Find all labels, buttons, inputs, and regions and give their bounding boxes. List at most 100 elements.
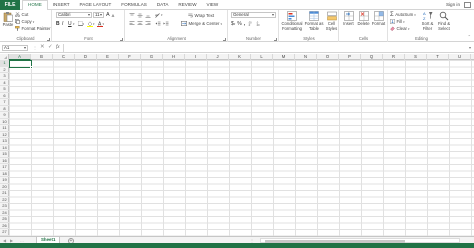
delete-cells-label: Delete xyxy=(357,21,370,26)
row-header[interactable]: 27 xyxy=(0,229,9,236)
paste-label: Paste xyxy=(2,22,14,27)
grow-font-button[interactable]: A xyxy=(106,12,110,18)
ribbon: Paste Cut Copy ▾ Format Painter Clipboar… xyxy=(0,10,474,42)
ribbon-tab-page-layout[interactable]: PAGE LAYOUT xyxy=(75,0,117,10)
ribbon-tab-bar: FILE HOME INSERT PAGE LAYOUT FORMULAS DATA RE… xyxy=(0,0,474,11)
sheet-tab-bar: ◀ ▶ … Sheet1 + ⋮ xyxy=(0,236,474,244)
horizontal-align-row xyxy=(129,20,169,27)
status-bar xyxy=(0,243,474,248)
format-cells-button[interactable]: Format xyxy=(371,11,386,27)
select-all-icon xyxy=(4,56,7,59)
font-size-value: 11 xyxy=(95,12,100,17)
row-headers: 1 2 3 4 5 6 7 8 9 10 11 12 13 14 15 16 17 18 19 20 21 22 23 24 2… xyxy=(0,60,9,236)
merge-center-icon xyxy=(181,21,187,26)
enter-entry-icon[interactable]: ✓ xyxy=(48,44,53,50)
insert-function-button[interactable]: fx xyxy=(56,45,60,50)
copy-label: Copy xyxy=(21,19,32,24)
shrink-font-button[interactable]: A xyxy=(112,13,115,18)
account-icon[interactable] xyxy=(464,2,471,8)
styles-group-label: Styles xyxy=(303,36,315,41)
insert-cells-icon xyxy=(343,11,354,21)
sign-in-link[interactable]: Sign in xyxy=(446,0,460,10)
font-size-dropdown[interactable]: 11 xyxy=(93,12,104,18)
cells-group-label: Cells xyxy=(358,36,369,41)
number-format-dropdown[interactable]: General xyxy=(231,12,276,18)
ribbon-tab-review[interactable]: REVIEW xyxy=(173,0,201,10)
ribbon-tab-insert[interactable]: INSERT xyxy=(48,0,75,10)
align-middle-icon[interactable] xyxy=(137,13,143,18)
conditional-formatting-label: Conditional Formatting xyxy=(281,21,303,31)
alignment-dialog-launcher-icon[interactable] xyxy=(223,38,226,41)
increase-indent-icon[interactable] xyxy=(163,21,169,26)
font-name-dropdown[interactable]: Calibri xyxy=(56,12,92,18)
chevron-down-icon xyxy=(100,14,102,16)
clipboard-dialog-launcher-icon[interactable] xyxy=(47,38,50,41)
format-painter-button[interactable]: Format Painter xyxy=(15,25,51,32)
ribbon-tab-data[interactable]: DATA xyxy=(152,0,174,10)
number-dialog-launcher-icon[interactable] xyxy=(274,38,277,41)
conditional-formatting-button[interactable]: Conditional Formatting xyxy=(281,11,303,32)
align-bottom-icon[interactable] xyxy=(145,13,151,18)
increase-decimal-icon[interactable]: .00.0 xyxy=(248,21,255,26)
cell-area[interactable] xyxy=(9,60,474,236)
decrease-indent-icon[interactable] xyxy=(155,21,161,26)
percent-button[interactable]: % xyxy=(237,21,241,27)
delete-cells-button[interactable]: Delete xyxy=(356,11,371,27)
align-center-icon[interactable] xyxy=(137,21,143,26)
align-left-icon[interactable] xyxy=(129,21,135,26)
fill-button[interactable]: Fill ▾ xyxy=(390,18,405,25)
paste-icon xyxy=(3,12,13,22)
decrease-decimal-icon[interactable]: .0.00 xyxy=(256,21,263,26)
name-box[interactable]: A1 xyxy=(2,45,28,51)
clear-button[interactable]: Clear ▾ xyxy=(390,25,410,32)
align-right-icon[interactable] xyxy=(145,21,151,26)
copy-button[interactable]: Copy ▾ xyxy=(15,18,34,25)
ribbon-tab-view[interactable]: VIEW xyxy=(202,0,224,10)
active-cell[interactable] xyxy=(9,60,33,69)
format-as-table-button[interactable]: Format as Table xyxy=(303,11,325,32)
find-select-button[interactable]: Find & Select xyxy=(436,11,452,32)
insert-cells-label: Insert xyxy=(343,21,354,26)
cut-label: Cut xyxy=(21,12,29,17)
font-group: Calibri 11 A A B I U ▾ ▾ ▾ A ▾ Font xyxy=(53,10,125,42)
font-dialog-launcher-icon[interactable] xyxy=(120,38,123,41)
expand-formula-bar-icon[interactable]: ▾ xyxy=(469,45,471,50)
insert-cells-button[interactable]: Insert xyxy=(341,11,356,27)
chevron-down-icon: ▾ xyxy=(408,26,410,31)
find-select-label: Find & Select xyxy=(437,21,451,31)
comma-button[interactable]: , xyxy=(244,21,245,27)
svg-text:.00: .00 xyxy=(256,23,260,26)
scissors-icon xyxy=(15,12,20,17)
formula-input[interactable] xyxy=(63,44,471,52)
sort-filter-button[interactable]: A Z Sort & Filter xyxy=(419,11,436,32)
find-icon xyxy=(439,11,449,21)
bold-button[interactable]: B xyxy=(56,21,61,27)
number-group-label: Number xyxy=(246,36,261,41)
merge-center-button[interactable]: Merge & Center ▾ xyxy=(181,20,222,27)
wrap-text-button[interactable]: Wrap Text xyxy=(188,12,214,19)
formula-bar-grip-icon: ⋮ xyxy=(33,45,37,50)
ribbon-tab-formulas[interactable]: FORMULAS xyxy=(116,0,152,10)
fill-handle[interactable] xyxy=(30,65,33,69)
fill-label: Fill xyxy=(396,19,403,24)
sigma-icon: Σ xyxy=(390,11,394,18)
delete-cells-icon xyxy=(358,11,369,21)
cells-group: Insert Delete Format Cells xyxy=(340,10,388,42)
italic-button[interactable]: I xyxy=(62,21,67,27)
file-tab[interactable]: FILE xyxy=(0,0,20,10)
cut-button[interactable]: Cut xyxy=(15,11,28,18)
cell-styles-button[interactable]: Cell Styles xyxy=(325,11,338,32)
autosum-button[interactable]: Σ AutoSum ▾ xyxy=(390,11,416,18)
format-painter-icon xyxy=(15,26,20,31)
vertical-align-row: ab ▾ xyxy=(129,12,163,19)
chevron-down-icon xyxy=(88,14,90,16)
collapse-ribbon-icon[interactable]: ⌃ xyxy=(468,34,471,39)
clipboard-group-label: Clipboard xyxy=(16,36,35,41)
chevron-down-icon: ▾ xyxy=(93,21,95,26)
paste-button[interactable]: Paste xyxy=(2,11,14,28)
align-top-icon[interactable] xyxy=(129,12,135,18)
chevron-down-icon: ▾ xyxy=(32,19,35,24)
number-format-value: General xyxy=(233,12,249,17)
cancel-entry-icon[interactable]: ✕ xyxy=(40,44,45,50)
font-name-value: Calibri xyxy=(58,12,71,17)
